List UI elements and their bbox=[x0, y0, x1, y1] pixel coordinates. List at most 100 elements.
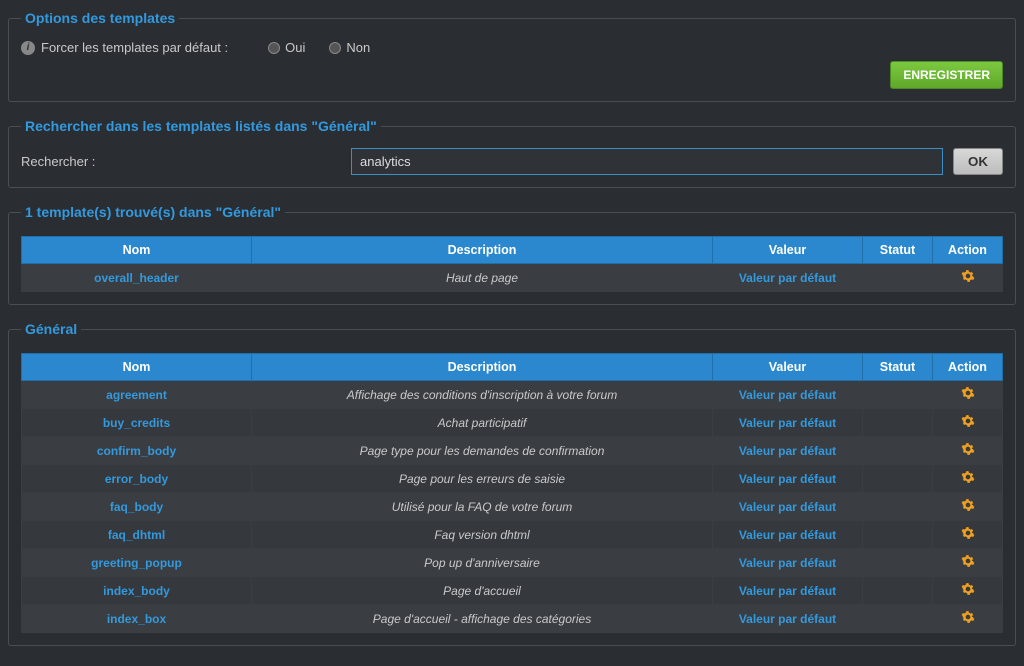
gear-icon[interactable] bbox=[961, 498, 975, 512]
save-button[interactable]: ENREGISTRER bbox=[890, 61, 1003, 89]
template-action-cell bbox=[933, 409, 1003, 437]
template-desc-cell: Haut de page bbox=[252, 264, 713, 292]
template-name-cell: overall_header bbox=[22, 264, 252, 292]
template-value-cell: Valeur par défaut bbox=[713, 264, 863, 292]
template-desc-cell: Affichage des conditions d'inscription à… bbox=[252, 381, 713, 409]
table-row: greeting_popup Pop up d'anniversaire Valeu… bbox=[22, 549, 1003, 577]
template-value-cell: Valeur par défaut bbox=[713, 577, 863, 605]
template-action-cell bbox=[933, 605, 1003, 633]
template-action-cell bbox=[933, 549, 1003, 577]
template-action-cell bbox=[933, 437, 1003, 465]
template-link[interactable]: agreement bbox=[106, 388, 167, 402]
gear-icon[interactable] bbox=[961, 414, 975, 428]
gear-icon[interactable] bbox=[961, 610, 975, 624]
col-action: Action bbox=[933, 237, 1003, 264]
template-name-cell: confirm_body bbox=[22, 437, 252, 465]
table-row: error_body Page pour les erreurs de saisi… bbox=[22, 465, 1003, 493]
value-link[interactable]: Valeur par défaut bbox=[739, 612, 836, 626]
template-status-cell bbox=[863, 521, 933, 549]
gear-icon[interactable] bbox=[961, 582, 975, 596]
value-link[interactable]: Valeur par défaut bbox=[739, 500, 836, 514]
gear-icon[interactable] bbox=[961, 442, 975, 456]
template-desc-cell: Faq version dhtml bbox=[252, 521, 713, 549]
table-row: confirm_bodyPage type pour les demandes … bbox=[22, 437, 1003, 465]
radio-no[interactable]: Non bbox=[329, 40, 370, 55]
value-link[interactable]: Valeur par défaut bbox=[739, 444, 836, 458]
table-row: buy_credits Achat participatif Valeur par … bbox=[22, 409, 1003, 437]
table-row: faq_bodyUtilisé pour la FAQ de votre for… bbox=[22, 493, 1003, 521]
col-stat: Statut bbox=[863, 354, 933, 381]
template-status-cell bbox=[863, 549, 933, 577]
results-table: Nom Description Valeur Statut Action ove… bbox=[21, 236, 1003, 292]
search-input[interactable] bbox=[351, 148, 943, 175]
col-desc: Description bbox=[252, 354, 713, 381]
value-link[interactable]: Valeur par défaut bbox=[739, 528, 836, 542]
search-label: Rechercher : bbox=[21, 154, 341, 169]
value-link[interactable]: Valeur par défaut bbox=[739, 584, 836, 598]
template-status-cell bbox=[863, 605, 933, 633]
col-desc: Description bbox=[252, 237, 713, 264]
value-link[interactable]: Valeur par défaut bbox=[739, 472, 836, 486]
template-action-cell bbox=[933, 521, 1003, 549]
radio-yes[interactable]: Oui bbox=[268, 40, 305, 55]
template-link[interactable]: faq_body bbox=[110, 500, 163, 514]
template-name-cell: faq_body bbox=[22, 493, 252, 521]
template-link[interactable]: error_body bbox=[105, 472, 168, 486]
template-name-cell: faq_dhtml bbox=[22, 521, 252, 549]
search-ok-button[interactable]: OK bbox=[953, 148, 1003, 175]
template-value-cell: Valeur par défaut bbox=[713, 549, 863, 577]
template-name-cell: buy_credits bbox=[22, 409, 252, 437]
template-value-cell: Valeur par défaut bbox=[713, 493, 863, 521]
general-panel: Général Nom Description Valeur Statut Ac… bbox=[8, 321, 1016, 646]
template-name-cell: error_body bbox=[22, 465, 252, 493]
col-stat: Statut bbox=[863, 237, 933, 264]
template-desc-cell: Pop up d'anniversaire bbox=[252, 549, 713, 577]
options-panel: Options des templates i Forcer les templ… bbox=[8, 10, 1016, 102]
col-action: Action bbox=[933, 354, 1003, 381]
template-link[interactable]: index_box bbox=[107, 612, 166, 626]
value-link[interactable]: Valeur par défaut bbox=[739, 271, 836, 285]
value-link[interactable]: Valeur par défaut bbox=[739, 556, 836, 570]
options-legend: Options des templates bbox=[21, 10, 179, 26]
results-panel: 1 template(s) trouvé(s) dans "Général" N… bbox=[8, 204, 1016, 305]
template-action-cell bbox=[933, 577, 1003, 605]
force-default-label: i Forcer les templates par défaut : bbox=[21, 40, 228, 55]
template-desc-cell: Page pour les erreurs de saisie bbox=[252, 465, 713, 493]
general-table: Nom Description Valeur Statut Action agr… bbox=[21, 353, 1003, 633]
template-link[interactable]: buy_credits bbox=[103, 416, 170, 430]
value-link[interactable]: Valeur par défaut bbox=[739, 416, 836, 430]
col-val: Valeur bbox=[713, 237, 863, 264]
template-value-cell: Valeur par défaut bbox=[713, 437, 863, 465]
template-action-cell bbox=[933, 465, 1003, 493]
template-value-cell: Valeur par défaut bbox=[713, 465, 863, 493]
gear-icon[interactable] bbox=[961, 554, 975, 568]
template-name-cell: agreement bbox=[22, 381, 252, 409]
template-link[interactable]: overall_header bbox=[94, 271, 179, 285]
template-name-cell: index_box bbox=[22, 605, 252, 633]
template-desc-cell: Page d'accueil - affichage des catégorie… bbox=[252, 605, 713, 633]
template-value-cell: Valeur par défaut bbox=[713, 409, 863, 437]
gear-icon[interactable] bbox=[961, 386, 975, 400]
gear-icon[interactable] bbox=[961, 526, 975, 540]
gear-icon[interactable] bbox=[961, 269, 975, 283]
template-link[interactable]: greeting_popup bbox=[91, 556, 182, 570]
value-link[interactable]: Valeur par défaut bbox=[739, 388, 836, 402]
table-row: index_bodyPage d'accueilValeur par défau… bbox=[22, 577, 1003, 605]
template-link[interactable]: confirm_body bbox=[97, 444, 176, 458]
template-desc-cell: Achat participatif bbox=[252, 409, 713, 437]
table-row: index_box Page d'accueil - affichage des … bbox=[22, 605, 1003, 633]
table-row: overall_header Haut de page Valeur par déf… bbox=[22, 264, 1003, 292]
template-action-cell bbox=[933, 381, 1003, 409]
template-value-cell: Valeur par défaut bbox=[713, 605, 863, 633]
results-legend: 1 template(s) trouvé(s) dans "Général" bbox=[21, 204, 285, 220]
template-status-cell bbox=[863, 381, 933, 409]
template-link[interactable]: index_body bbox=[103, 584, 170, 598]
general-legend: Général bbox=[21, 321, 81, 337]
template-status-cell bbox=[863, 409, 933, 437]
template-status-cell bbox=[863, 465, 933, 493]
template-name-cell: greeting_popup bbox=[22, 549, 252, 577]
template-value-cell: Valeur par défaut bbox=[713, 381, 863, 409]
template-action-cell bbox=[933, 264, 1003, 292]
template-link[interactable]: faq_dhtml bbox=[108, 528, 165, 542]
gear-icon[interactable] bbox=[961, 470, 975, 484]
